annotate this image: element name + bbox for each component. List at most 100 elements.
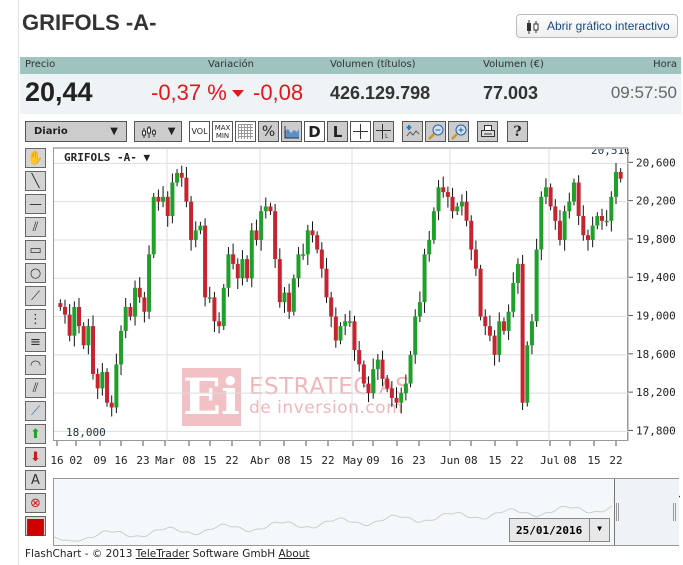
candle-body xyxy=(235,263,240,279)
navigator-date-dropdown[interactable]: 25/01/2016 ▼ xyxy=(509,518,610,542)
grid-toggle-button[interactable] xyxy=(235,121,256,142)
teletrader-link[interactable]: TeleTrader xyxy=(136,548,190,560)
candle-body xyxy=(282,292,287,303)
fibonacci-vertical-tool-button[interactable]: ⋮ xyxy=(25,309,46,329)
arc-tool-button[interactable]: ◠ xyxy=(25,355,46,375)
candle-body xyxy=(58,303,63,307)
candle-body xyxy=(105,372,110,403)
crosshair-button[interactable] xyxy=(350,121,371,142)
candle-body xyxy=(137,287,142,298)
footer-copyright: FlashChart - © 2013 xyxy=(25,548,136,560)
chevron-down-icon: ▼ xyxy=(110,126,118,137)
time-label: Hora xyxy=(653,59,677,70)
crosshair-icon xyxy=(353,124,368,139)
candle-body xyxy=(63,306,68,315)
arrow-down-tool-button[interactable]: ⬇ xyxy=(25,447,46,467)
candle-body xyxy=(557,220,562,240)
candle-body xyxy=(385,378,390,389)
percent-toggle-button[interactable]: % xyxy=(258,121,279,142)
text-tool-button[interactable]: A xyxy=(25,470,46,490)
area-chart-button[interactable] xyxy=(281,121,302,142)
candle-body xyxy=(189,201,194,240)
zoom-out-button[interactable] xyxy=(425,121,446,142)
candle-body xyxy=(539,196,544,250)
candle-body xyxy=(259,211,264,240)
about-link[interactable]: About xyxy=(279,548,310,560)
maxmin-toggle-button[interactable]: MAX MIN xyxy=(212,121,233,142)
candle-body xyxy=(585,235,590,240)
delete-tool-button[interactable]: ⊗ xyxy=(25,493,46,513)
candle-body xyxy=(268,206,273,212)
arrow-down-icon: ⬇ xyxy=(30,449,41,465)
candle-body xyxy=(114,364,119,408)
regression-tool-button[interactable]: ⟋ xyxy=(25,401,46,421)
d-button[interactable]: D xyxy=(304,121,325,142)
parallel-lines-icon: ⫽ xyxy=(32,219,39,235)
chart-type-dropdown[interactable]: ▼ xyxy=(134,121,182,142)
candle-body xyxy=(371,369,376,394)
candle-body xyxy=(464,201,469,221)
candle-body xyxy=(548,187,553,207)
candle-body xyxy=(287,292,292,312)
candle-body xyxy=(217,321,222,327)
change-pct-value: -0,37 % xyxy=(151,80,227,105)
hand-tool-button[interactable]: ✋ xyxy=(25,148,46,168)
navigator-date-value: 25/01/2016 xyxy=(516,524,583,537)
l-button[interactable]: L xyxy=(327,121,348,142)
candle-body xyxy=(599,216,604,221)
candle-body xyxy=(161,196,166,202)
help-button[interactable]: ? xyxy=(507,121,528,142)
candle-body xyxy=(305,230,310,255)
candle-body xyxy=(254,230,259,240)
horizontal-line-tool-button[interactable]: — xyxy=(25,194,46,214)
candle-body xyxy=(445,192,450,197)
change-label: Variación xyxy=(208,59,254,70)
max-label: 20,510 xyxy=(591,149,629,157)
fibonacci-horizontal-icon: ≡ xyxy=(30,334,41,350)
candle-body xyxy=(226,254,231,288)
candle-body xyxy=(450,196,455,212)
candle-body xyxy=(123,306,128,331)
candle-body xyxy=(67,314,72,336)
candle-body xyxy=(198,225,203,231)
change-abs-value: -0,08 xyxy=(253,80,304,105)
candle-body xyxy=(301,254,306,256)
fibonacci-horizontal-tool-button[interactable]: ≡ xyxy=(25,332,46,352)
candle-body xyxy=(273,211,278,260)
instrument-selector[interactable]: GRIFOLS -A- ▼ xyxy=(64,151,150,164)
arrow-up-tool-button[interactable]: ⬆ xyxy=(25,424,46,444)
candle-body xyxy=(604,220,609,223)
navigator[interactable]: 25/01/2016 ▼ xyxy=(53,478,680,546)
open-interactive-chart-button[interactable]: Abrir gráfico interactivo xyxy=(516,14,678,38)
candle-body xyxy=(553,206,558,221)
candle-body xyxy=(487,326,492,336)
candle-body xyxy=(483,316,488,327)
fan-tool-button[interactable]: ⟋ xyxy=(25,286,46,306)
navigator-window[interactable] xyxy=(614,479,679,545)
candle-body xyxy=(77,306,82,327)
rectangle-tool-button[interactable]: ▭ xyxy=(25,240,46,260)
color-picker-tool-button[interactable]: ■ xyxy=(25,514,46,539)
circle-tool-button[interactable]: ○ xyxy=(25,263,46,283)
add-indicator-button[interactable] xyxy=(402,121,423,142)
volume-toggle-button[interactable]: VOL xyxy=(189,121,210,142)
print-button[interactable] xyxy=(477,121,498,142)
price-chart[interactable]: GRIFOLS -A- ▼ Ei ESTRATEGIAS de inversion… xyxy=(53,147,629,441)
circle-icon: ○ xyxy=(29,265,42,281)
period-dropdown[interactable]: Diario ▼ xyxy=(25,121,127,142)
line-tool-button[interactable]: ╲ xyxy=(25,171,46,191)
parallel-channel-tool-button[interactable]: ⫽ xyxy=(25,378,46,398)
crosshair-label-button[interactable]: L xyxy=(373,121,394,142)
navigator-right-handle[interactable] xyxy=(673,503,676,521)
candle-body xyxy=(581,216,586,236)
zoom-in-button[interactable] xyxy=(448,121,469,142)
navigator-left-handle[interactable] xyxy=(616,503,619,521)
candle-body xyxy=(207,297,212,299)
candle-body xyxy=(567,201,572,212)
candle-body xyxy=(525,345,530,403)
parallel-lines-tool-button[interactable]: ⫽ xyxy=(25,217,46,237)
candle-body xyxy=(263,206,268,212)
candle-body xyxy=(343,321,348,327)
zoom-in-icon xyxy=(450,124,466,140)
chevron-down-icon: ▼ xyxy=(167,126,176,137)
